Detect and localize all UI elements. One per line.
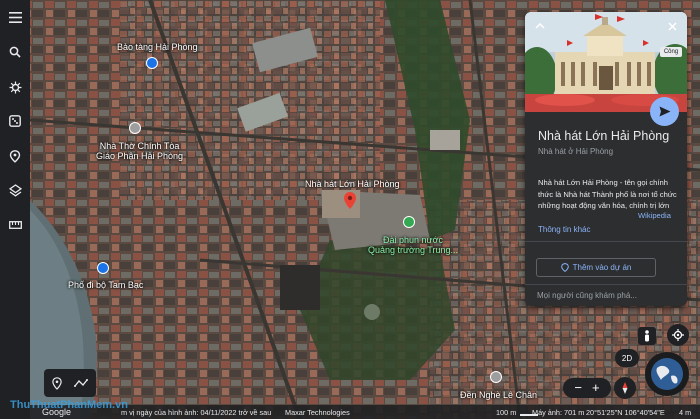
layers-icon[interactable] [6,181,24,199]
church-poi-icon[interactable] [129,122,141,134]
search-icon[interactable] [6,43,24,61]
wikipedia-link[interactable]: Wikipedia [632,211,671,220]
temple-label[interactable]: Đền Nghè Lê Chân [460,390,537,400]
dice-icon[interactable] [6,112,24,130]
location-pin-icon[interactable] [344,192,356,209]
theatre-label[interactable]: Nhà hát Lớn Hải Phòng [305,179,399,189]
fountain-poi-icon[interactable] [403,216,415,228]
place-subtitle: Nhà hát ở Hải Phòng [538,147,614,156]
menu-icon[interactable] [6,8,24,26]
globe-button[interactable] [645,352,689,396]
add-pin-icon [560,263,569,272]
photo-credit-badge[interactable]: Công [660,47,682,57]
compass-icon [622,382,628,394]
watermark: ThuThuatPhanMem.vn [10,399,128,411]
museum-poi-icon[interactable] [146,57,158,69]
add-to-project-label: Thêm vào dự án [572,263,632,272]
path-icon[interactable] [74,378,88,388]
scale-label: 100 m [496,408,517,417]
coordinates: 20°51'25"N 106°40'54"E [586,408,665,417]
description-text: Nhà hát Lớn Hải Phòng - tên gọi chính th… [538,178,677,210]
museum-label[interactable]: Bảo tàng Hải Phòng [117,42,198,52]
my-location-button[interactable] [667,324,689,346]
church-label[interactable]: Nhà Thờ Chính Tòa Giáo Phận Hải Phòng [96,141,183,161]
compass-button[interactable] [614,377,636,399]
knowledge-card: Công Nhà hát Lớn Hải Phòng Nhà hát ở Hải… [525,12,687,306]
imagery-provider[interactable]: Maxar Technologies [285,408,350,417]
toggle-2d-button[interactable]: 2D [615,349,639,367]
panel-divider [525,241,687,242]
close-icon[interactable] [668,22,677,31]
image-date: m vị ngày của hình ảnh: 04/11/2022 trở v… [121,408,272,417]
place-title: Nhà hát Lớn Hải Phòng [538,129,670,143]
zoom-controls: − + [563,378,611,398]
chevron-up-icon[interactable] [535,22,545,29]
pegman-icon [645,330,649,342]
camera-altitude: Máy ảnh: 701 m [532,408,585,417]
temple-poi-icon[interactable] [490,371,502,383]
crosshair-icon [672,329,684,341]
voyager-icon[interactable] [6,78,24,96]
send-icon [659,106,670,117]
explore-label: Mọi người cũng khám phá... [537,291,637,300]
fountain-label[interactable]: Đài phun nước Quảng trường Trung... [368,235,458,255]
more-info-link[interactable]: Thông tin khác [538,225,590,234]
left-toolbar [0,0,30,419]
globe-icon [651,358,683,390]
zoom-in-icon[interactable]: + [592,381,600,394]
pegman-button[interactable] [638,327,656,345]
street-poi-icon[interactable] [97,262,109,274]
people-also-explore[interactable]: Mọi người cũng khám phá... [525,284,687,306]
street-label[interactable]: Phố đi bộ Tam Bạc [68,280,143,290]
share-button[interactable] [650,97,679,126]
status-bar: Google ThuThuatPhanMem.vn m vị ngày của … [0,399,700,419]
map-tools-group [44,369,96,397]
location-marker-icon[interactable] [52,376,62,390]
elevation: 4 m [679,408,692,417]
add-to-project-button[interactable]: Thêm vào dự án [536,258,656,277]
measure-icon[interactable] [6,216,24,234]
zoom-out-icon[interactable]: − [574,381,582,394]
place-description: Nhà hát Lớn Hải Phòng - tên gọi chính th… [538,177,680,211]
projects-icon[interactable] [6,147,24,165]
